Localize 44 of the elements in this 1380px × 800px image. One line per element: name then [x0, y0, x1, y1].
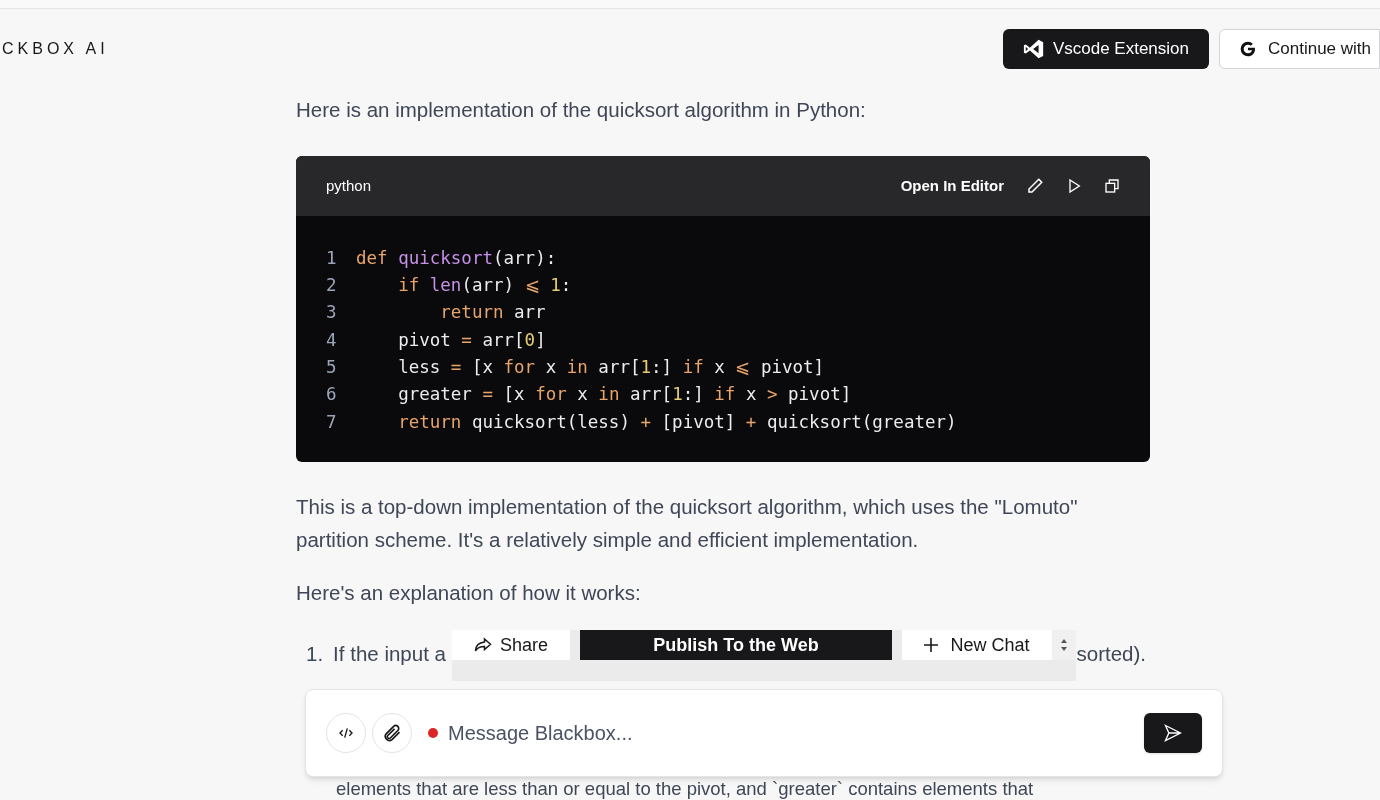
- intro-text: Here is an implementation of the quicksort algorithm in Python:: [296, 97, 867, 123]
- explanation-text: elements that are less than or equal to the pivot, and `greater` contains elements that: [336, 778, 1034, 800]
- line-number: 4: [326, 328, 338, 352]
- summary-text: This is a top-down implementation of the quicksort algorithm, which uses the "Lomuto" partition scheme. It's a relatively simple and efficient implementation.: [296, 493, 1079, 553]
- list-item-text: sorted).: [1076, 640, 1147, 667]
- code-line: return arr: [439, 301, 546, 325]
- pencil-icon[interactable]: [1026, 176, 1044, 195]
- send-button[interactable]: [1144, 713, 1202, 753]
- scroll-arrows-icon: [1060, 638, 1068, 652]
- open-in-editor-button[interactable]: Open In Editor: [900, 174, 1004, 197]
- code-line: def quicksort(arr):: [356, 246, 557, 270]
- brand-name: CKBOX AI: [2, 39, 109, 59]
- line-number: 6: [326, 383, 338, 407]
- google-g-icon: [1240, 41, 1256, 57]
- plus-icon: [924, 638, 939, 652]
- vscode-extension-button[interactable]: Vscode Extension: [1002, 29, 1209, 69]
- new-chat-button[interactable]: New Chat: [902, 630, 1052, 660]
- vscode-logo-icon: [1022, 38, 1045, 60]
- code-line: pivot = arr[0]: [397, 328, 546, 352]
- share-button[interactable]: Share: [452, 630, 570, 660]
- line-number: 1: [326, 246, 338, 270]
- line-number: 2: [326, 274, 338, 298]
- publish-to-web-button[interactable]: Publish To the Web: [580, 630, 892, 660]
- line-number: 5: [326, 355, 338, 379]
- code-line: greater = [x for x in arr[1:] if x > pivot]: [397, 383, 852, 407]
- code-line: return quicksort(less) + [pivot] + quicksort(greater): [397, 410, 957, 434]
- send-icon: [1163, 723, 1183, 743]
- paperclip-icon: [382, 723, 402, 743]
- line-number: 7: [326, 410, 338, 434]
- continue-with-google-button[interactable]: Continue with: [1219, 29, 1380, 69]
- vertical-scrollbar[interactable]: [1052, 630, 1076, 660]
- list-item-text: If the input a: [333, 640, 446, 667]
- code-icon: [338, 725, 354, 741]
- explanation-heading: Here's an explanation of how it works:: [296, 579, 642, 606]
- code-language: python: [326, 175, 372, 196]
- share-arrow-icon: [473, 637, 492, 653]
- copy-icon[interactable]: [1104, 177, 1120, 194]
- code-line: if len(arr) ⩽ 1:: [397, 274, 572, 298]
- code-line: less = [x for x in arr[1:] if x ⩽ pivot]: [397, 355, 825, 379]
- line-number: 3: [326, 301, 338, 325]
- message-input[interactable]: Message Blackbox...: [448, 718, 1144, 748]
- play-icon[interactable]: [1066, 177, 1082, 194]
- list-number: 1.: [306, 640, 324, 667]
- message-composer[interactable]: Message Blackbox...: [305, 689, 1223, 777]
